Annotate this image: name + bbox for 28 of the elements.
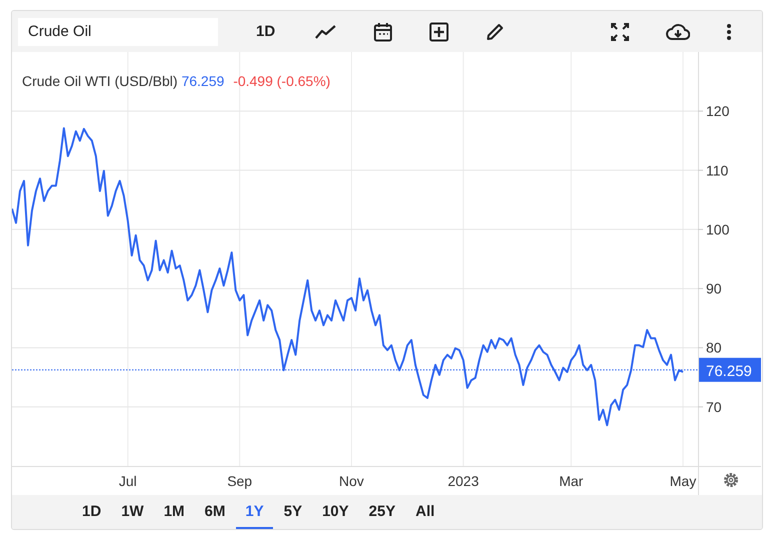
y-axis-label: 100 bbox=[706, 221, 730, 238]
y-axis-label: 110 bbox=[706, 162, 728, 178]
interval-button[interactable]: 1D bbox=[250, 19, 282, 44]
range-tab[interactable]: 1M bbox=[154, 495, 194, 529]
instrument-name: Crude Oil WTI (USD/Bbl) bbox=[22, 73, 178, 89]
range-tab[interactable]: 1Y bbox=[236, 495, 273, 529]
range-tab[interactable]: All bbox=[406, 495, 444, 529]
price-change: -0.499 (-0.65%) bbox=[233, 73, 330, 89]
x-axis-label: Sep bbox=[227, 473, 252, 489]
settings-icon[interactable] bbox=[724, 473, 738, 487]
range-tab[interactable]: 1W bbox=[112, 495, 153, 529]
range-tab[interactable]: 25Y bbox=[360, 495, 404, 529]
y-axis-label: 90 bbox=[706, 280, 722, 297]
x-axis-label: Jul bbox=[118, 473, 137, 489]
range-tab[interactable]: 10Y bbox=[313, 495, 358, 529]
price-tag: 76.259 bbox=[699, 358, 761, 382]
x-axis-label: Mar bbox=[559, 473, 584, 489]
range-tab[interactable]: 6M bbox=[196, 495, 234, 529]
x-axis-label: May bbox=[670, 473, 696, 489]
y-axis-label: 80 bbox=[706, 340, 722, 356]
y-axis-label: 120 bbox=[706, 103, 730, 120]
x-axis-label: Nov bbox=[339, 473, 364, 489]
last-price: 76.259 bbox=[181, 73, 224, 89]
x-axis-label: 2023 bbox=[448, 473, 479, 489]
range-tab[interactable]: 5Y bbox=[274, 495, 312, 529]
range-tab[interactable]: 1D bbox=[73, 495, 110, 529]
search-field[interactable]: Crude Oil bbox=[18, 18, 218, 46]
y-axis-label: 70 bbox=[706, 398, 722, 415]
